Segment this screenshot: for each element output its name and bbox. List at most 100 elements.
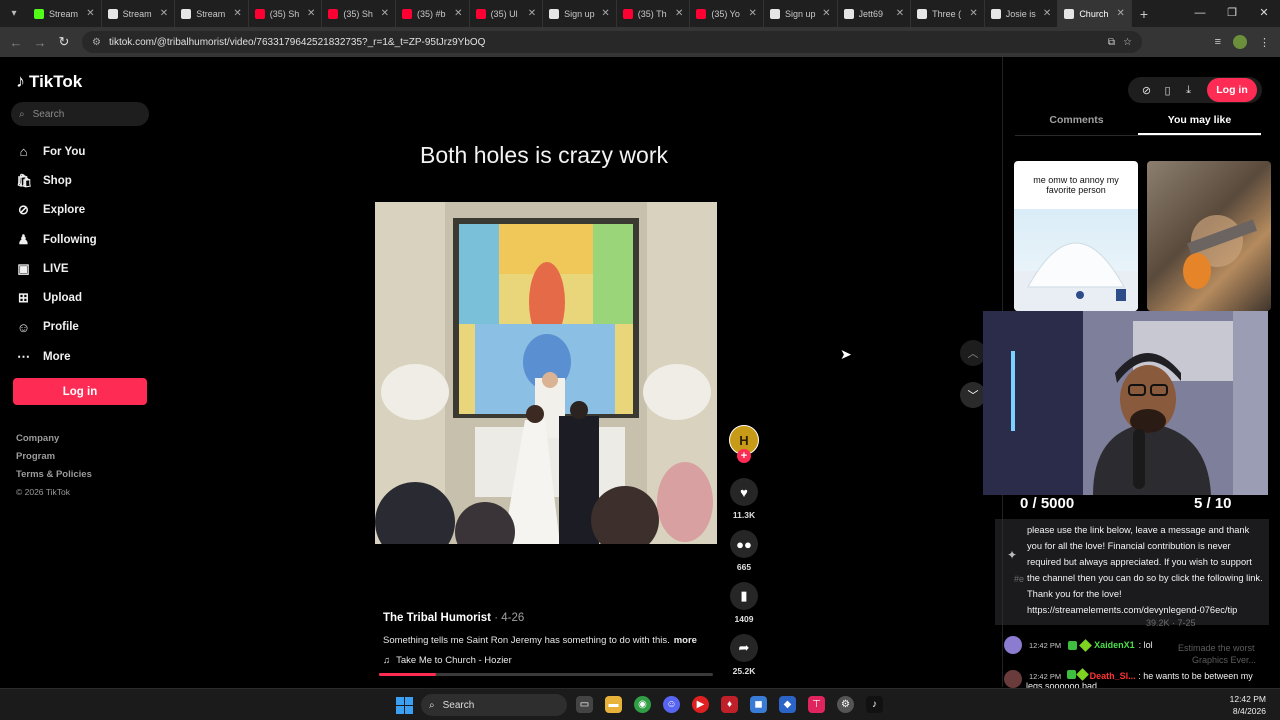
minimize-icon[interactable]: —	[1184, 0, 1216, 27]
tiktok-logo[interactable]: ♪ TikTok	[16, 71, 82, 92]
browser-tab[interactable]: (35) Sh ✕	[322, 0, 396, 27]
sidebar-item-for-you[interactable]: ⌂ For You	[0, 137, 165, 166]
new-tab-icon[interactable]: +	[1132, 6, 1156, 22]
bookmark-icon[interactable]: ▮	[730, 582, 758, 610]
profile-avatar-icon[interactable]	[1233, 35, 1247, 49]
back-icon[interactable]: ←	[4, 35, 28, 50]
discord-icon[interactable]: ☺	[663, 696, 680, 713]
phone-icon[interactable]: ▯	[1157, 84, 1178, 97]
browser-tab[interactable]: Jett69 ✕	[838, 0, 912, 27]
sidebar-item-more[interactable]: ⋯ More	[0, 342, 165, 371]
browser-tab[interactable]: Josie is ✕	[985, 0, 1059, 27]
like-action[interactable]: ♥ 11.3K	[728, 478, 760, 520]
tab-close-icon[interactable]: ✕	[601, 8, 609, 19]
tab-close-icon[interactable]: ✕	[454, 8, 462, 19]
search-input[interactable]: ⌕ Search	[11, 102, 149, 126]
sidebar-item-live[interactable]: ▣ LIVE	[0, 254, 165, 283]
browser-menu-icon[interactable]: ⋮	[1259, 36, 1270, 49]
task-view-icon[interactable]: ▭	[576, 696, 593, 713]
sidebar-item-label: For You	[43, 145, 86, 158]
sidebar-login-button[interactable]: Log in	[13, 378, 147, 405]
tab-search-icon[interactable]: ▾	[0, 0, 28, 27]
site-info-icon[interactable]: ⚙	[92, 37, 101, 48]
browser-tab[interactable]: Stream ✕	[102, 0, 176, 27]
chrome-icon[interactable]: ◉	[634, 696, 651, 713]
recommended-video-2[interactable]	[1147, 161, 1271, 311]
tab-close-icon[interactable]: ✕	[1117, 8, 1125, 19]
comment-action[interactable]: ●● 665	[728, 530, 760, 572]
browser-tab[interactable]: (35) Ul ✕	[470, 0, 544, 27]
browser-tab[interactable]: Church ✕	[1058, 0, 1132, 27]
share-action[interactable]: ➦ 25.2K	[728, 634, 760, 676]
browser-tab[interactable]: Three (✕	[911, 0, 985, 27]
pink-app-icon[interactable]: ⊤	[808, 696, 825, 713]
url-field[interactable]: ⚙ tiktok.com/@tribalhumorist/video/76331…	[82, 31, 1142, 53]
sidebar-item-upload[interactable]: ⊞ Upload	[0, 283, 165, 312]
forward-icon[interactable]: →	[28, 35, 52, 50]
tab-favicon-icon	[769, 8, 780, 19]
browser-tab[interactable]: Stream ✕	[28, 0, 102, 27]
tab-close-icon[interactable]: ✕	[675, 8, 683, 19]
music-line[interactable]: ♫ Take Me to Church - Hozier	[383, 655, 512, 666]
youtube-app-icon[interactable]: ▶	[692, 696, 709, 713]
footer-link[interactable]: Terms & Policies	[16, 469, 92, 487]
browser-tab[interactable]: Sign up ✕	[764, 0, 838, 27]
save-action[interactable]: ▮ 1409	[728, 582, 760, 624]
sidebar-item-profile[interactable]: ☺ Profile	[0, 313, 165, 342]
reload-icon[interactable]: ↻	[52, 34, 76, 50]
sidebar-item-shop[interactable]: 🛍 Shop	[0, 166, 165, 195]
tab-you-may-like[interactable]: You may like	[1138, 112, 1261, 135]
tab-close-icon[interactable]: ✕	[749, 8, 757, 19]
tab-close-icon[interactable]: ✕	[381, 8, 389, 19]
photos-app-icon[interactable]: ◼	[750, 696, 767, 713]
tab-close-icon[interactable]: ✕	[822, 8, 830, 19]
file-explorer-icon[interactable]: ▬	[605, 696, 622, 713]
tab-close-icon[interactable]: ✕	[86, 8, 94, 19]
follow-plus-icon[interactable]: +	[737, 449, 751, 463]
download-icon[interactable]: ⤓	[1178, 84, 1199, 97]
chat-username: Death_Sl...	[1089, 671, 1136, 681]
header-login-button[interactable]: Log in	[1207, 78, 1257, 102]
share-icon[interactable]: ➦	[730, 634, 758, 662]
browser-tab[interactable]: (35) #b ✕	[396, 0, 470, 27]
red-app-icon[interactable]: ♦	[721, 696, 738, 713]
compass-top-icon[interactable]: ⊘	[1136, 84, 1157, 97]
browser-tab[interactable]: (35) Yo ✕	[690, 0, 764, 27]
browser-tab[interactable]: (35) Th ✕	[617, 0, 691, 27]
tab-close-icon[interactable]: ✕	[528, 8, 536, 19]
tab-close-icon[interactable]: ✕	[160, 8, 168, 19]
more-button[interactable]: more	[674, 635, 697, 646]
browser-tab[interactable]: Sign up ✕	[543, 0, 617, 27]
taskbar-search[interactable]: ⌕ Search	[421, 694, 567, 716]
close-window-icon[interactable]: ✕	[1248, 0, 1280, 27]
taskbar-search-icon: ⌕	[429, 699, 435, 711]
tab-close-icon[interactable]: ✕	[1043, 8, 1051, 19]
start-icon[interactable]	[396, 697, 413, 714]
system-clock[interactable]: 12:42 PM 8/4/2026	[1230, 693, 1266, 717]
tab-close-icon[interactable]: ✕	[896, 8, 904, 19]
blue-app-icon[interactable]: ◆	[779, 696, 796, 713]
media-control-icon[interactable]: ≡	[1215, 36, 1221, 48]
footer-link[interactable]: Program	[16, 451, 92, 469]
tab-close-icon[interactable]: ✕	[969, 8, 977, 19]
browser-tab[interactable]: Stream ✕	[175, 0, 249, 27]
sidebar-item-explore[interactable]: ⊘ Explore	[0, 196, 165, 225]
author-name[interactable]: The Tribal Humorist	[383, 612, 491, 624]
maximize-icon[interactable]: ❐	[1216, 0, 1248, 27]
tab-close-icon[interactable]: ✕	[233, 8, 241, 19]
video-progress-bar[interactable]	[379, 673, 713, 676]
bookmark-star-icon[interactable]: ☆	[1123, 37, 1132, 48]
tiktok-app-icon[interactable]: ♪	[866, 696, 883, 713]
tab-comments[interactable]: Comments	[1015, 112, 1138, 135]
browser-tab[interactable]: (35) Sh ✕	[249, 0, 323, 27]
tab-close-icon[interactable]: ✕	[307, 8, 315, 19]
settings-app-icon[interactable]: ⚙	[837, 696, 854, 713]
footer-link[interactable]: Company	[16, 433, 92, 451]
comment-icon[interactable]: ●●	[730, 530, 758, 558]
heart-icon[interactable]: ♥	[730, 478, 758, 506]
install-icon[interactable]: ⧉	[1108, 37, 1115, 48]
video-player[interactable]	[375, 202, 717, 544]
more-icon: ⋯	[17, 348, 30, 364]
recommended-video-1[interactable]: me omw to annoy my favorite person	[1014, 161, 1138, 311]
sidebar-item-following[interactable]: ♟ Following	[0, 225, 165, 254]
